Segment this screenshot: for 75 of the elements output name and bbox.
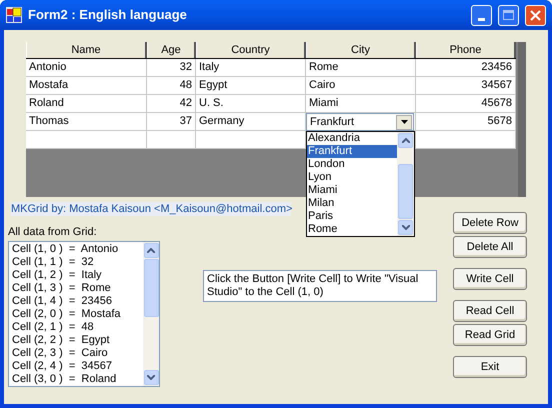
message-field[interactable]: Click the Button [Write Cell] to Write "Visual Studio" to the Cell (1, 0) [203, 270, 437, 302]
dropdown-option[interactable]: Alexandria [307, 132, 397, 145]
dropdown-option[interactable]: Paris [307, 210, 397, 223]
table-cell: 23456 [416, 59, 516, 76]
list-item[interactable]: Cell (2, 1 ) = 48 [12, 321, 143, 334]
dropdown-option[interactable]: Milan [307, 197, 397, 210]
action-button[interactable]: Delete Row [453, 212, 527, 234]
list-item[interactable]: Cell (2, 4 ) = 34567 [12, 360, 143, 373]
list-item[interactable]: Cell (1, 3 ) = Rome [12, 282, 143, 295]
dropdown-option[interactable]: London [307, 158, 397, 171]
column-header[interactable]: Age [147, 42, 196, 58]
table-cell: Roland [26, 95, 147, 112]
table-cell: Mostafa [26, 77, 147, 94]
maximize-icon [503, 10, 514, 20]
credit-text: MKGrid by: Mostafa Kaisoun <M_Kaisoun@hotmail.com> [11, 202, 291, 216]
table-cell: 42 [147, 95, 196, 112]
scroll-up-button[interactable] [144, 243, 158, 258]
table-row[interactable]: Mostafa 48 Egypt Cairo 34567 [26, 77, 516, 95]
action-button[interactable]: Read Cell [453, 300, 527, 322]
table-cell: Italy [196, 59, 306, 76]
data-listbox[interactable] [8, 241, 160, 387]
dropdown-option[interactable]: Lyon [307, 171, 397, 184]
scroll-thumb[interactable] [398, 164, 413, 219]
table-cell: Antonio [26, 59, 147, 76]
close-icon [530, 10, 541, 20]
table-cell: Egypt [196, 77, 306, 94]
table-cell: Rome [306, 59, 416, 76]
table-cell: 32 [147, 59, 196, 76]
action-button[interactable]: Delete All [453, 236, 527, 258]
table-cell: Thomas [26, 113, 147, 130]
column-header[interactable]: City [306, 42, 416, 58]
list-label: All data from Grid: [8, 225, 98, 239]
column-header[interactable]: Phone [416, 42, 516, 58]
list-item[interactable]: Cell (2, 0 ) = Mostafa [12, 308, 143, 321]
table-row[interactable]: Roland 42 U. S. Miami 45678 [26, 95, 516, 113]
maximize-button[interactable] [498, 4, 519, 26]
table-cell: 5678 [416, 113, 516, 130]
list-item[interactable]: Cell (1, 0 ) = Antonio [12, 243, 143, 256]
list-item[interactable]: Cell (2, 2 ) = Egypt [12, 334, 143, 347]
table-cell: 34567 [416, 77, 516, 94]
list-item[interactable]: Cell (1, 4 ) = 23456 [12, 295, 143, 308]
list-item[interactable]: Cell (3, 0 ) = Roland [12, 373, 143, 386]
scroll-thumb[interactable] [144, 259, 158, 317]
dropdown-button[interactable] [396, 114, 412, 130]
list-item[interactable]: Cell (1, 1 ) = 32 [12, 256, 143, 269]
scrollbar[interactable] [397, 132, 414, 236]
table-cell: 48 [147, 77, 196, 94]
scroll-up-button[interactable] [398, 133, 413, 148]
table-cell: 45678 [416, 95, 516, 112]
minimize-button[interactable] [471, 4, 492, 26]
table-row[interactable]: Thomas 37 Germany Frankfurt 5678 [26, 113, 516, 131]
window-title: Form2 : English language [28, 6, 188, 24]
app-icon [6, 7, 22, 23]
column-header[interactable]: Name [26, 42, 147, 58]
scroll-down-button[interactable] [398, 220, 413, 235]
action-button[interactable]: Read Grid [453, 324, 527, 346]
table-cell: Miami [306, 95, 416, 112]
action-button[interactable]: Exit [453, 356, 527, 378]
caret-icon [400, 120, 408, 124]
table-cell: U. S. [196, 95, 306, 112]
list-item[interactable]: Cell (2, 3 ) = Cairo [12, 347, 143, 360]
dropdown-option[interactable]: Frankfurt [307, 145, 397, 158]
table-cell: Cairo [306, 77, 416, 94]
scroll-down-button[interactable] [144, 370, 158, 385]
dropdown-option[interactable]: Rome [307, 223, 397, 236]
action-button[interactable]: Write Cell [453, 268, 527, 290]
table-cell: 37 [147, 113, 196, 130]
minimize-icon [478, 18, 485, 20]
scrollbar[interactable] [143, 242, 159, 386]
table-row[interactable]: Antonio 32 Italy Rome 23456 [26, 59, 516, 77]
dropdown-option[interactable]: Miami [307, 184, 397, 197]
list-item[interactable]: Cell (1, 2 ) = Italy [12, 269, 143, 282]
close-button[interactable] [525, 4, 546, 26]
column-header[interactable]: Country [196, 42, 306, 58]
city-combo-box[interactable]: Frankfurt [306, 113, 414, 131]
